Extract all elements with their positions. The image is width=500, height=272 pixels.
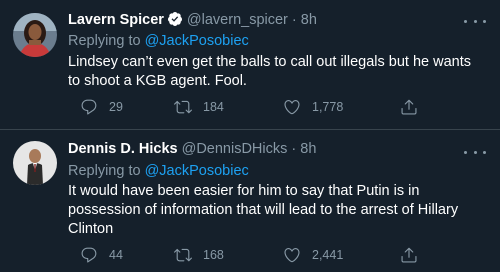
verified-icon — [167, 11, 183, 32]
like-count: 1,778 — [312, 100, 344, 114]
like-icon — [284, 248, 300, 263]
reply-count: 29 — [109, 100, 123, 114]
tweet-actions: 29 184 1,778 — [68, 97, 488, 117]
tweet-header: Lavern Spicer @lavern_spicer · 8h — [68, 11, 460, 32]
avatar[interactable] — [13, 13, 57, 57]
retweet-count: 168 — [203, 248, 224, 262]
timestamp[interactable]: 8h — [300, 141, 316, 157]
display-name[interactable]: Lavern Spicer — [68, 12, 164, 28]
tweet-feed: Lavern Spicer @lavern_spicer · 8h Replyin… — [0, 0, 500, 272]
separator: · — [291, 12, 297, 28]
avatar[interactable] — [13, 141, 57, 185]
reply-button[interactable]: 44 — [80, 245, 123, 265]
retweet-icon — [174, 100, 192, 114]
reply-icon — [81, 99, 97, 115]
share-icon — [401, 99, 417, 115]
reply-button[interactable]: 29 — [80, 97, 123, 117]
tweet-text: It would have been easier for him to say… — [68, 183, 459, 237]
like-button[interactable]: 1,778 — [283, 97, 343, 117]
tweet[interactable]: Lavern Spicer @lavern_spicer · 8h Replyin… — [0, 0, 500, 130]
share-button[interactable] — [400, 97, 418, 117]
retweet-button[interactable]: 184 — [174, 97, 224, 117]
like-icon — [284, 100, 300, 115]
retweet-icon — [174, 248, 192, 262]
tweet-text: Lindsey can’t even get the balls to call… — [68, 54, 472, 89]
tweet-actions: 44 168 2,441 — [68, 245, 488, 265]
tweet[interactable]: Dennis D. Hicks @DennisDHicks · 8h Replyi… — [0, 130, 500, 272]
timestamp[interactable]: 8h — [301, 12, 317, 28]
reply-count: 44 — [109, 248, 123, 262]
handle[interactable]: @DennisDHicks — [182, 141, 288, 157]
like-button[interactable]: 2,441 — [283, 245, 343, 265]
replying-to-label: Replying to — [68, 163, 141, 179]
replying-to-link[interactable]: @JackPosobiec — [145, 163, 249, 179]
display-name[interactable]: Dennis D. Hicks — [68, 141, 178, 157]
like-count: 2,441 — [312, 248, 344, 262]
share-icon — [401, 247, 417, 263]
retweet-count: 184 — [203, 100, 224, 114]
handle[interactable]: @lavern_spicer — [187, 12, 288, 28]
more-icon[interactable] — [464, 145, 486, 159]
replying-to-label: Replying to — [68, 33, 141, 49]
tweet-header: Dennis D. Hicks @DennisDHicks · 8h — [68, 140, 460, 158]
replying-to: Replying to @JackPosobiec — [68, 162, 249, 180]
share-button[interactable] — [400, 245, 418, 265]
reply-icon — [81, 247, 97, 263]
more-icon[interactable] — [464, 14, 486, 28]
separator: · — [291, 141, 297, 157]
retweet-button[interactable]: 168 — [174, 245, 224, 265]
replying-to: Replying to @JackPosobiec — [68, 32, 249, 50]
replying-to-link[interactable]: @JackPosobiec — [145, 33, 249, 49]
